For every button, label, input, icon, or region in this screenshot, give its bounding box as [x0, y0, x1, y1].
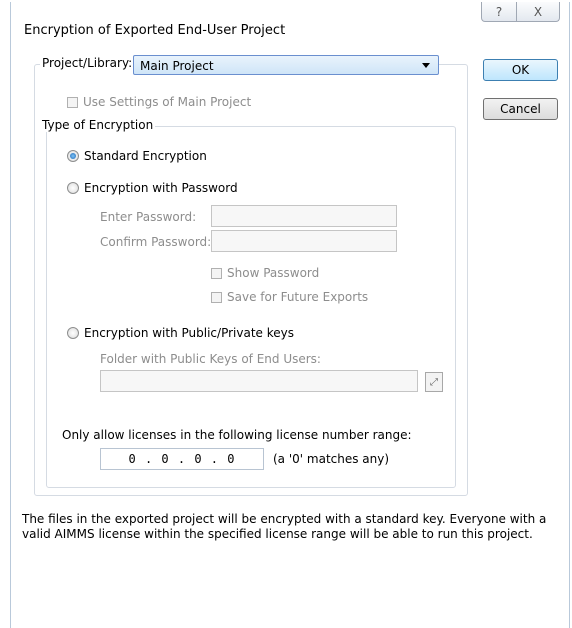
- radio-standard-encryption[interactable]: Standard Encryption: [67, 149, 207, 163]
- confirm-password-label: Confirm Password:: [100, 235, 212, 249]
- cancel-label: Cancel: [500, 102, 541, 116]
- close-button[interactable]: X: [517, 2, 560, 22]
- public-keys-folder-field[interactable]: [100, 370, 418, 392]
- radio-password-encryption[interactable]: Encryption with Password: [67, 181, 238, 195]
- radio-icon: [67, 182, 79, 194]
- project-select[interactable]: Main Project: [133, 55, 439, 75]
- license-range-label: Only allow licenses in the following lic…: [62, 428, 412, 442]
- help-icon: ?: [495, 4, 503, 19]
- save-future-label: Save for Future Exports: [227, 290, 369, 304]
- close-icon: X: [533, 4, 543, 19]
- enter-password-label: Enter Password:: [100, 210, 197, 224]
- browse-folder-button[interactable]: ⤢: [425, 372, 443, 392]
- project-select-value: Main Project: [140, 59, 214, 73]
- dialog-title: Encryption of Exported End-User Project: [24, 23, 286, 38]
- checkbox-box: [211, 267, 222, 279]
- standard-encryption-label: Standard Encryption: [84, 149, 207, 163]
- use-main-settings-checkbox[interactable]: Use Settings of Main Project: [67, 95, 251, 109]
- ok-label: OK: [511, 63, 530, 77]
- enter-password-field[interactable]: [211, 205, 397, 227]
- password-encryption-label: Encryption with Password: [84, 181, 238, 195]
- help-button[interactable]: ?: [481, 2, 517, 22]
- show-password-label: Show Password: [227, 266, 320, 280]
- save-future-checkbox[interactable]: Save for Future Exports: [211, 290, 368, 304]
- info-text: The files in the exported project will b…: [22, 512, 547, 541]
- chevron-down-icon: [422, 63, 430, 68]
- ok-button[interactable]: OK: [483, 59, 558, 81]
- confirm-password-field[interactable]: [211, 230, 397, 252]
- browse-icon: ⤢: [430, 376, 438, 388]
- use-main-settings-label: Use Settings of Main Project: [83, 95, 252, 109]
- checkbox-box: [211, 291, 222, 303]
- license-range-input[interactable]: 0 . 0 . 0 . 0: [100, 448, 264, 470]
- radio-icon: [67, 327, 79, 339]
- project-label: Project/Library:: [40, 56, 135, 70]
- radio-public-private-keys[interactable]: Encryption with Public/Private keys: [67, 326, 294, 340]
- license-range-value: 0 . 0 . 0 . 0: [128, 452, 236, 466]
- cancel-button[interactable]: Cancel: [483, 98, 558, 120]
- public-private-label: Encryption with Public/Private keys: [84, 326, 294, 340]
- checkbox-box: [67, 96, 78, 108]
- radio-selected-icon: [67, 150, 79, 162]
- public-keys-folder-label: Folder with Public Keys of End Users:: [100, 352, 321, 366]
- license-range-hint: (a '0' matches any): [273, 452, 390, 466]
- encryption-type-title: Type of Encryption: [40, 118, 156, 132]
- show-password-checkbox[interactable]: Show Password: [211, 266, 319, 280]
